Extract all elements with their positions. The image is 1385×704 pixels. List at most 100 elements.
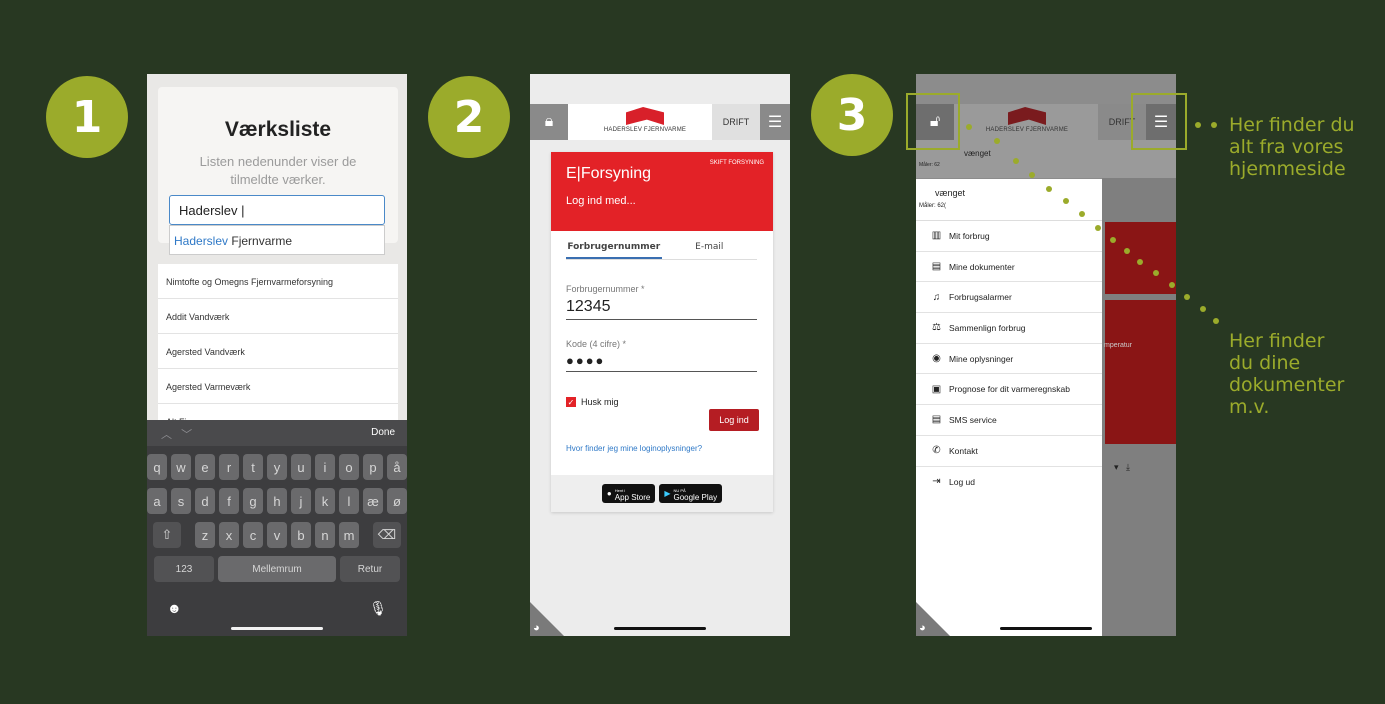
google-play-button[interactable]: ▶ NU PÅ Google Play xyxy=(659,484,723,503)
key-e[interactable]: e xyxy=(195,454,215,480)
drift-button[interactable]: DRIFT xyxy=(712,104,760,140)
key-s[interactable]: s xyxy=(171,488,191,514)
menu-item-label: Mine dokumenter xyxy=(949,261,1015,272)
search-input[interactable]: Haderslev | xyxy=(169,195,385,225)
menu-item-label: SMS service xyxy=(949,414,997,425)
key-l[interactable]: l xyxy=(339,488,359,514)
logout-icon: ⇥ xyxy=(932,476,941,488)
tab-consumer-number[interactable]: Forbrugernummer xyxy=(566,242,662,259)
dimmed-tile xyxy=(1105,300,1176,372)
logo-text: HADERSLEV FJERNVARME xyxy=(985,127,1069,133)
logo-text: HADERSLEV FJERNVARME xyxy=(603,127,687,133)
connector-dot xyxy=(1213,318,1219,324)
document-icon: ▤ xyxy=(931,261,942,273)
tab-email[interactable]: E-mail xyxy=(662,242,758,259)
connector-dot xyxy=(1169,282,1175,288)
microphone-icon[interactable]: 🎙 xyxy=(369,600,387,617)
key-ø[interactable]: ø xyxy=(387,488,407,514)
key-å[interactable]: å xyxy=(387,454,407,480)
key-n[interactable]: n xyxy=(315,522,335,548)
phone-screen-works-list: Værksliste Listen nedenunder viser de ti… xyxy=(147,74,407,636)
menu-item[interactable]: ▤ SMS service xyxy=(916,405,1102,436)
list-item[interactable]: Agersted Varmeværk xyxy=(158,369,398,404)
shift-key[interactable]: ⇧ xyxy=(153,522,181,548)
callout-line: hjemmeside xyxy=(1229,158,1346,180)
switch-supplier-link[interactable]: SKIFT FORSYNING xyxy=(710,160,764,166)
list-item[interactable]: Agersted Vandværk xyxy=(158,334,398,369)
keyboard: ︿ ﹀ Done qwertyuiopå asdfghjklæø ⇧ zxcvb… xyxy=(147,420,407,636)
list-item[interactable]: Addit Vandværk xyxy=(158,299,398,334)
key-p[interactable]: p xyxy=(363,454,383,480)
key-a[interactable]: a xyxy=(147,488,167,514)
works-list: Nimtofte og Omegns Fjernvarmeforsyning A… xyxy=(158,264,398,439)
autocomplete-suggestion[interactable]: Haderslev Fjernvarme xyxy=(169,225,385,255)
keyboard-row-4: 123 Mellemrum Retur xyxy=(147,556,407,582)
chevron-up-down-icon[interactable]: ︿ ﹀ xyxy=(161,426,192,442)
menu-item[interactable]: ✆ Kontakt xyxy=(916,436,1102,467)
return-key[interactable]: Retur xyxy=(340,556,400,582)
key-y[interactable]: y xyxy=(267,454,287,480)
key-k[interactable]: k xyxy=(315,488,335,514)
key-o[interactable]: o xyxy=(339,454,359,480)
key-r[interactable]: r xyxy=(219,454,239,480)
backspace-key[interactable]: ⌫ xyxy=(373,522,401,548)
key-g[interactable]: g xyxy=(243,488,263,514)
list-item[interactable]: Nimtofte og Omegns Fjernvarmeforsyning xyxy=(158,264,398,299)
key-æ[interactable]: æ xyxy=(363,488,383,514)
logo: HADERSLEV FJERNVARME xyxy=(590,107,700,133)
key-m[interactable]: m xyxy=(339,522,359,548)
code-field[interactable]: ●●●● xyxy=(566,353,757,372)
hamburger-menu-icon[interactable]: ☰ xyxy=(760,104,790,140)
key-h[interactable]: h xyxy=(267,488,287,514)
page-subtitle: Listen nedenunder viser de tilmeldte vær… xyxy=(199,154,357,187)
key-t[interactable]: t xyxy=(243,454,263,480)
menu-item[interactable]: ⇥ Log ud xyxy=(916,467,1102,498)
menu-item[interactable]: ♫ Forbrugsalarmer xyxy=(916,282,1102,314)
menu-item[interactable]: ▥ Mit forbrug xyxy=(916,221,1102,252)
done-button[interactable]: Done xyxy=(371,427,395,438)
connector-dot xyxy=(1200,306,1206,312)
menu-item-label: Forbrugsalarmer xyxy=(949,292,1012,303)
login-tabs: Forbrugernummer E-mail xyxy=(566,242,757,260)
key-w[interactable]: w xyxy=(171,454,191,480)
menu-item[interactable]: ▣ Prognose for dit varmeregnskab xyxy=(916,374,1102,406)
remember-me-checkbox[interactable]: ✓ Husk mig xyxy=(566,397,619,407)
cookie-icon[interactable]: ◕ xyxy=(533,622,540,634)
key-j[interactable]: j xyxy=(291,488,311,514)
key-i[interactable]: i xyxy=(315,454,335,480)
menu-item[interactable]: ▤ Mine dokumenter xyxy=(916,252,1102,283)
menu-meter: Måler: 62( xyxy=(919,203,947,209)
key-v[interactable]: v xyxy=(267,522,287,548)
keyboard-row-2: asdfghjklæø xyxy=(147,488,407,514)
login-help-link[interactable]: Hvor finder jeg mine loginoplysninger? xyxy=(566,444,702,453)
menu-item[interactable]: ◉ Mine oplysninger xyxy=(916,344,1102,375)
key-u[interactable]: u xyxy=(291,454,311,480)
app-store-button[interactable]: ● Hent i App Store xyxy=(601,484,656,503)
cookie-icon[interactable]: ◕ xyxy=(919,622,926,634)
key-spacer xyxy=(185,522,191,548)
key-c[interactable]: c xyxy=(243,522,263,548)
key-z[interactable]: z xyxy=(195,522,215,548)
emoji-icon[interactable]: ☻ xyxy=(167,600,182,616)
login-button[interactable]: Log ind xyxy=(709,409,759,431)
login-header: SKIFT FORSYNING E|Forsyning Log ind med.… xyxy=(551,152,773,231)
space-key[interactable]: Mellemrum xyxy=(218,556,336,582)
menu-item[interactable]: ⚖ Sammenlign forbrug xyxy=(916,313,1102,344)
connector-dot xyxy=(1153,270,1159,276)
key-b[interactable]: b xyxy=(291,522,311,548)
consumer-number-field[interactable]: 12345 xyxy=(566,298,757,320)
key-f[interactable]: f xyxy=(219,488,239,514)
lock-icon[interactable]: 🔒︎ xyxy=(530,104,568,140)
key-d[interactable]: d xyxy=(195,488,215,514)
home-indicator xyxy=(231,627,323,630)
highlight-menu xyxy=(1131,93,1187,150)
connector-dot xyxy=(1079,211,1085,217)
key-q[interactable]: q xyxy=(147,454,167,480)
keyboard-row-1: qwertyuiopå xyxy=(147,454,407,480)
dimmed-tile xyxy=(1105,222,1176,294)
menu-list: ▥ Mit forbrug ▤ Mine dokumenter ♫ Forbrugsala… xyxy=(916,221,1102,497)
numbers-key[interactable]: 123 xyxy=(154,556,214,582)
key-x[interactable]: x xyxy=(219,522,239,548)
menu-account: vænget Måler: 62( xyxy=(916,179,1102,221)
page-title: Værksliste xyxy=(224,118,332,141)
